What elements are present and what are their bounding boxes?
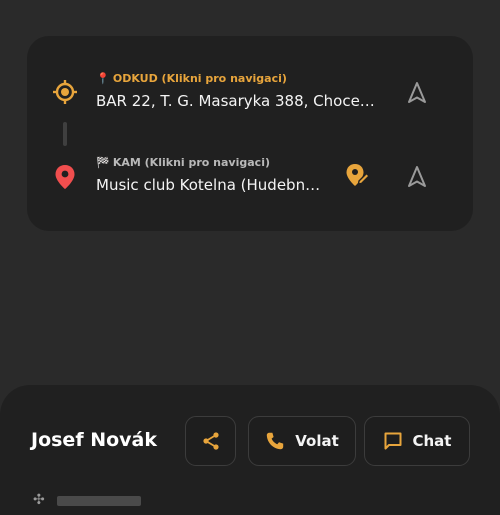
destination-label[interactable]: 🏁 KAM (Klikni pro navigaci): [96, 156, 270, 169]
origin-label-text: ODKUD (Klikni pro navigaci): [112, 72, 287, 85]
checkered-flag-emoji-icon: 🏁: [96, 156, 110, 169]
route-card: [27, 36, 473, 231]
pin-emoji-icon: 📍: [96, 72, 110, 85]
chat-button[interactable]: Chat: [364, 416, 470, 466]
origin-address[interactable]: BAR 22, T. G. Masaryka 388, Choce…: [96, 92, 375, 110]
destination-address[interactable]: Music club Kotelna (Hudebn…: [96, 176, 320, 194]
call-button-label: Volat: [295, 432, 339, 450]
share-icon: [202, 432, 219, 450]
phone-icon: [267, 432, 284, 450]
call-button[interactable]: Volat: [248, 416, 356, 466]
share-button[interactable]: [185, 416, 236, 466]
partial-icon: ✣: [33, 492, 45, 508]
edit-location-icon[interactable]: [344, 162, 370, 188]
chat-bubble-icon: [384, 432, 401, 450]
crosshair-target-icon: [53, 80, 77, 104]
navigation-arrow-icon[interactable]: [404, 80, 430, 106]
blurred-text: [57, 496, 141, 506]
origin-label[interactable]: 📍 ODKUD (Klikni pro navigaci): [96, 72, 287, 85]
route-connector: [63, 122, 67, 146]
chat-button-label: Chat: [412, 432, 452, 450]
driver-name: Josef Novák: [31, 429, 157, 451]
sheet-next-row: ✣: [33, 493, 143, 507]
navigation-arrow-icon[interactable]: [404, 164, 430, 190]
map-pin-icon: [55, 165, 75, 189]
destination-label-text: KAM (Klikni pro navigaci): [112, 156, 270, 169]
